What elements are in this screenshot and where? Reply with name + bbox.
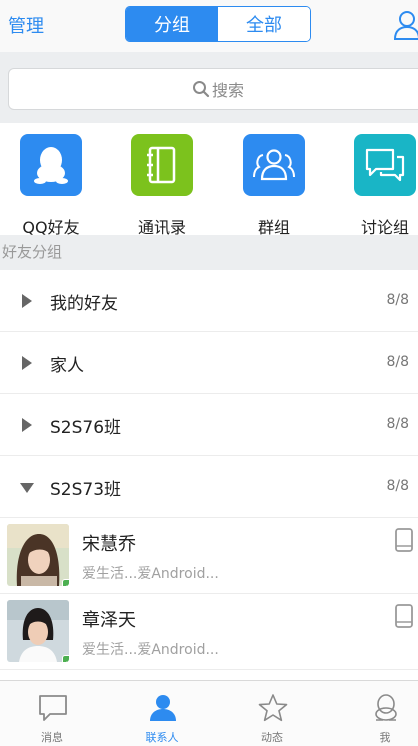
group-row[interactable]: S2S76班 8/8 xyxy=(0,394,418,456)
expanded-arrow-icon xyxy=(20,483,34,493)
group-row[interactable]: 我的好友 8/8 xyxy=(0,270,418,332)
group-name: 我的好友 xyxy=(50,294,118,314)
search-area: 搜索 xyxy=(0,52,418,123)
friend-row[interactable]: 宋慧乔 爱生活...爱Android... xyxy=(0,518,418,594)
tab-label: 联系人 xyxy=(145,731,179,744)
contacts-icon xyxy=(150,695,176,721)
friend-row[interactable]: 章泽天 爱生活...爱Android... xyxy=(0,594,418,670)
group-name: S2S73班 xyxy=(50,480,122,500)
friend-name: 章泽天 xyxy=(82,610,136,631)
segment-all[interactable]: 全部 xyxy=(218,7,310,41)
section-title: 好友分组 xyxy=(0,235,418,270)
star-icon xyxy=(258,694,288,722)
group-name: S2S76班 xyxy=(50,418,122,438)
group-count: 8/8 xyxy=(386,478,409,494)
contacts-book-icon xyxy=(131,134,193,196)
search-input[interactable]: 搜索 xyxy=(8,68,418,110)
search-placeholder: 搜索 xyxy=(211,81,244,100)
avatar[interactable] xyxy=(7,524,69,586)
friend-name: 宋慧乔 xyxy=(82,534,136,555)
tab-contacts[interactable]: 联系人 xyxy=(110,681,214,746)
online-badge-icon xyxy=(62,655,69,662)
add-friend-icon[interactable] xyxy=(392,9,418,41)
search-icon xyxy=(192,81,210,98)
friend-signature: 爱生活...爱Android... xyxy=(82,566,219,582)
chat-bubbles-icon xyxy=(354,134,416,196)
tab-me[interactable]: 我 xyxy=(333,681,418,746)
bottom-tab-bar: 消息 联系人 动态 我 xyxy=(0,680,418,746)
group-name: 家人 xyxy=(50,356,84,376)
group-count: 8/8 xyxy=(386,354,409,370)
tab-label: 我 xyxy=(379,731,391,744)
collapsed-arrow-icon xyxy=(22,294,32,308)
message-icon xyxy=(39,695,67,721)
qq-penguin-icon xyxy=(20,134,82,196)
manage-button[interactable]: 管理 xyxy=(8,12,44,38)
online-badge-icon xyxy=(62,579,69,586)
friend-signature: 爱生活...爱Android... xyxy=(82,642,219,658)
avatar[interactable] xyxy=(7,600,69,662)
group-count: 8/8 xyxy=(386,292,409,308)
collapsed-arrow-icon xyxy=(22,356,32,370)
view-segmented-control: 分组 全部 xyxy=(125,6,311,42)
qq-penguin-icon xyxy=(375,694,397,721)
group-row[interactable]: S2S73班 8/8 xyxy=(0,456,418,518)
segment-groups[interactable]: 分组 xyxy=(126,7,218,41)
tab-messages[interactable]: 消息 xyxy=(0,681,104,746)
top-bar: 管理 分组 全部 xyxy=(0,0,418,52)
group-count: 8/8 xyxy=(386,416,409,432)
group-people-icon xyxy=(243,134,305,196)
tab-label: 动态 xyxy=(261,731,283,744)
phone-icon xyxy=(395,604,413,628)
group-row[interactable]: 家人 8/8 xyxy=(0,332,418,394)
tab-label: 消息 xyxy=(41,731,63,744)
tab-feeds[interactable]: 动态 xyxy=(220,681,324,746)
phone-icon xyxy=(395,528,413,552)
collapsed-arrow-icon xyxy=(22,418,32,432)
quick-entry-discussion[interactable]: 讨论组 xyxy=(354,134,418,237)
quick-entries: QQ好友 通讯录 群组 讨论组 xyxy=(0,123,418,237)
